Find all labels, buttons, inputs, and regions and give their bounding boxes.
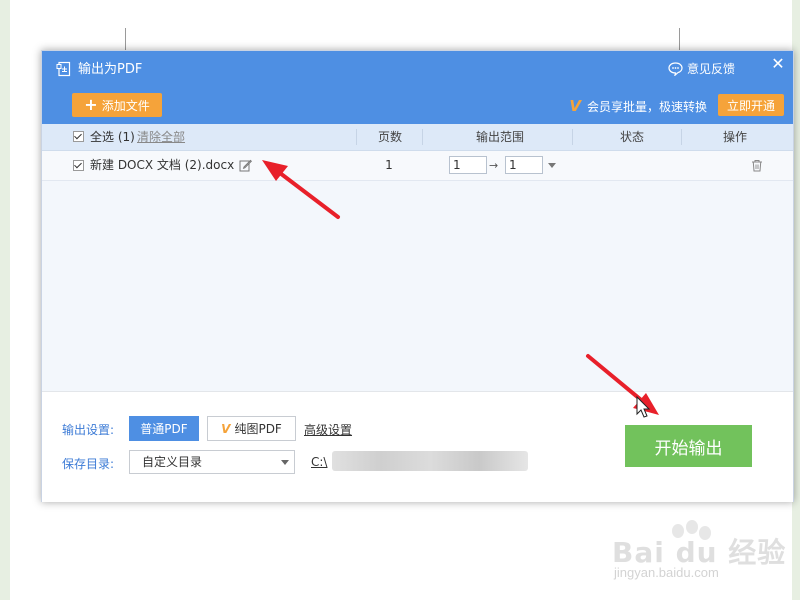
- chat-bubble-icon: [668, 62, 683, 76]
- plus-icon: +: [84, 95, 98, 114]
- save-path-redacted: [332, 451, 528, 471]
- vip-icon: V: [221, 421, 231, 436]
- dialog-header: 输出为PDF 意见反馈 ✕ + 添加文件 V 会员享批量，极速转换 立即开通: [42, 51, 793, 124]
- save-dir-label: 保存目录:: [62, 457, 115, 471]
- pdf-export-icon: [56, 61, 71, 77]
- select-all-checkbox[interactable]: [73, 131, 84, 142]
- baidu-watermark-url: jingyan.baidu.com: [614, 565, 719, 580]
- chevron-down-icon: [281, 460, 289, 465]
- feedback-link[interactable]: 意见反馈: [668, 61, 735, 77]
- column-divider: [681, 129, 682, 145]
- range-from-input[interactable]: 1: [449, 156, 487, 174]
- column-divider: [422, 129, 423, 145]
- image-pdf-button[interactable]: V 纯图PDF: [207, 416, 296, 441]
- page-count: 1: [385, 158, 393, 172]
- column-header-status: 状态: [619, 130, 644, 144]
- column-divider: [572, 129, 573, 145]
- save-path-link[interactable]: C:\: [311, 455, 327, 469]
- vip-promo: V 会员享批量，极速转换: [569, 97, 707, 115]
- file-name: 新建 DOCX 文档 (2).docx: [90, 158, 235, 172]
- file-table-header: 全选 (1) 清除全部 页数 输出范围 状态 操作: [42, 124, 793, 151]
- save-dir-select[interactable]: 自定义目录: [129, 450, 295, 474]
- chevron-down-icon[interactable]: [548, 163, 556, 168]
- document-margin-left: [0, 0, 10, 600]
- vip-icon: V: [569, 97, 581, 115]
- column-header-actions: 操作: [722, 130, 747, 144]
- column-divider: [356, 129, 357, 145]
- vip-promo-text: 会员享批量，极速转换: [586, 99, 707, 114]
- add-file-button[interactable]: + 添加文件: [72, 93, 162, 117]
- save-dir-selected: 自定义目录: [142, 455, 203, 469]
- dialog-title: 输出为PDF: [78, 62, 143, 77]
- normal-pdf-button[interactable]: 普通PDF: [129, 416, 199, 441]
- image-pdf-label: 纯图PDF: [234, 422, 282, 436]
- row-checkbox[interactable]: [73, 160, 84, 171]
- start-output-button[interactable]: 开始输出: [625, 425, 752, 467]
- add-file-label: 添加文件: [101, 98, 150, 113]
- clear-all-link[interactable]: 清除全部: [137, 124, 185, 150]
- range-to-input[interactable]: 1: [505, 156, 543, 174]
- column-header-pages: 页数: [377, 130, 402, 144]
- file-list: 新建 DOCX 文档 (2).docx 1 1 → 1: [42, 151, 793, 391]
- output-settings-panel: 输出设置: 普通PDF V 纯图PDF 高级设置 保存目录: 自定义目录 C:\…: [42, 391, 793, 502]
- table-row: 新建 DOCX 文档 (2).docx 1 1 → 1: [42, 151, 793, 181]
- trash-icon[interactable]: [751, 159, 763, 172]
- activate-vip-button[interactable]: 立即开通: [718, 94, 784, 116]
- feedback-label: 意见反馈: [686, 62, 735, 76]
- column-header-range: 输出范围: [475, 130, 524, 144]
- advanced-settings-link[interactable]: 高级设置: [304, 421, 352, 438]
- select-all-label: 全选 (1): [90, 130, 135, 144]
- export-pdf-dialog: 输出为PDF 意见反馈 ✕ + 添加文件 V 会员享批量，极速转换 立即开通 全…: [41, 50, 794, 502]
- edit-icon[interactable]: [239, 159, 252, 172]
- range-arrow-icon: →: [489, 159, 499, 172]
- close-icon[interactable]: ✕: [769, 55, 787, 73]
- output-settings-label: 输出设置:: [62, 423, 115, 437]
